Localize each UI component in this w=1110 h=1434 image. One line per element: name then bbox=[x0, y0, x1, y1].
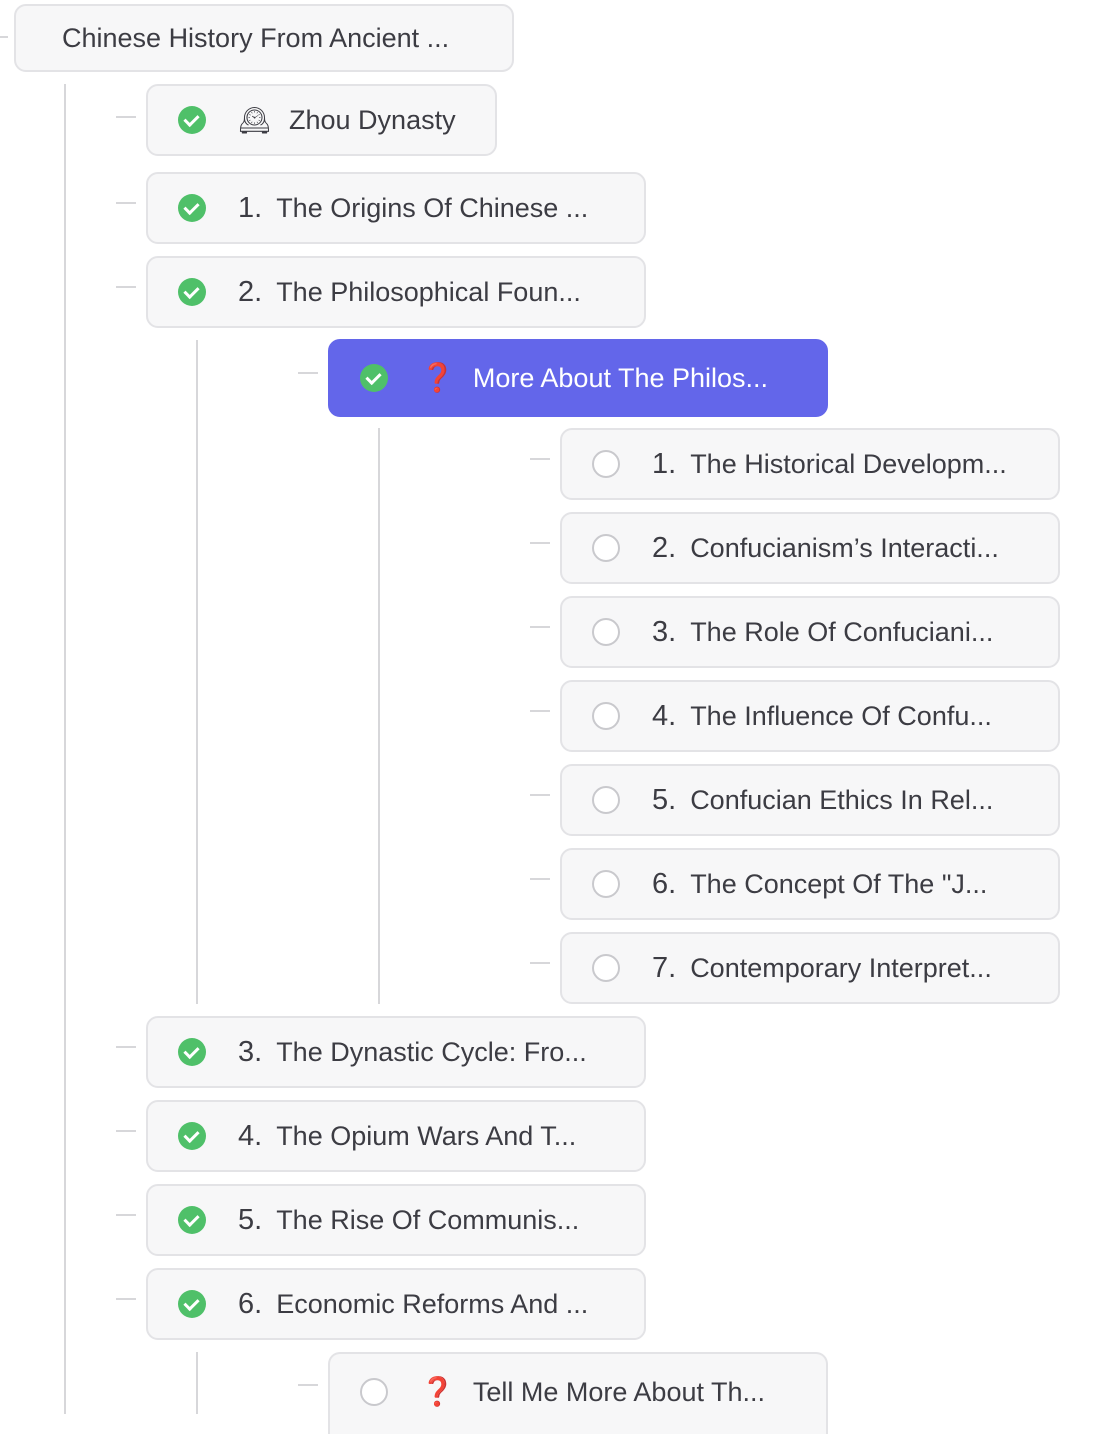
pending-circle-icon bbox=[592, 786, 620, 814]
branch-tick bbox=[298, 372, 318, 374]
node-number: 6. bbox=[652, 867, 677, 900]
node-title: The Role Of Confuciani... bbox=[690, 616, 994, 647]
branch-tick bbox=[298, 1384, 318, 1386]
node-number: 6. bbox=[238, 1287, 263, 1320]
pending-circle-icon bbox=[360, 1378, 388, 1406]
branch-tick bbox=[116, 116, 136, 118]
completed-check-icon bbox=[360, 364, 388, 392]
branch-tick bbox=[116, 1046, 136, 1048]
node-number: 3. bbox=[238, 1035, 263, 1068]
tree-node-concept-of-the[interactable]: 6. The Concept Of The "J... bbox=[560, 848, 1060, 920]
branch-tick bbox=[530, 878, 550, 880]
conversation-tree: Chinese History From Ancient ... 🕰 Zhou … bbox=[0, 0, 1110, 1434]
philosophical-branch-line bbox=[196, 340, 198, 1004]
node-title: Confucian Ethics In Rel... bbox=[690, 784, 994, 815]
tree-node-origins[interactable]: 1. The Origins Of Chinese ... bbox=[146, 172, 646, 244]
completed-check-icon bbox=[178, 1038, 206, 1066]
question-mark-icon: ❓ bbox=[420, 362, 455, 393]
node-title: Confucianism’s Interacti... bbox=[690, 532, 999, 563]
branch-tick bbox=[530, 626, 550, 628]
node-title: Tell Me More About Th... bbox=[472, 1376, 766, 1407]
pending-circle-icon bbox=[592, 954, 620, 982]
question-mark-icon: ❓ bbox=[420, 1376, 455, 1407]
node-number: 5. bbox=[238, 1203, 263, 1236]
node-title: More About The Philos... bbox=[472, 362, 769, 393]
node-title: Zhou Dynasty bbox=[289, 104, 456, 135]
pending-circle-icon bbox=[592, 870, 620, 898]
node-title: The Historical Developm... bbox=[690, 448, 1007, 479]
completed-check-icon bbox=[178, 1290, 206, 1318]
tree-node-role-of-confucianism[interactable]: 3. The Role Of Confuciani... bbox=[560, 596, 1060, 668]
branch-tick bbox=[530, 458, 550, 460]
tree-node-confucian-ethics[interactable]: 5. Confucian Ethics In Rel... bbox=[560, 764, 1060, 836]
node-number: 3. bbox=[652, 615, 677, 648]
branch-tick bbox=[116, 1130, 136, 1132]
node-title: The Rise Of Communis... bbox=[276, 1204, 580, 1235]
tree-node-dynastic-cycle[interactable]: 3. The Dynastic Cycle: Fro... bbox=[146, 1016, 646, 1088]
branch-tick bbox=[530, 710, 550, 712]
economic-branch-line bbox=[196, 1352, 198, 1414]
node-title: Economic Reforms And ... bbox=[276, 1288, 589, 1319]
tree-node-historical-development[interactable]: 1. The Historical Developm... bbox=[560, 428, 1060, 500]
node-title: The Dynastic Cycle: Fro... bbox=[276, 1036, 587, 1067]
completed-check-icon bbox=[178, 1206, 206, 1234]
node-title: The Concept Of The "J... bbox=[690, 868, 988, 899]
pending-circle-icon bbox=[592, 618, 620, 646]
branch-tick bbox=[116, 286, 136, 288]
node-title: The Influence Of Confu... bbox=[690, 700, 992, 731]
completed-check-icon bbox=[178, 278, 206, 306]
tree-node-tell-me-more[interactable]: ❓ Tell Me More About Th... bbox=[328, 1352, 828, 1434]
pending-circle-icon bbox=[592, 702, 620, 730]
branch-tick bbox=[116, 1214, 136, 1216]
mantelpiece-clock-icon: 🕰 bbox=[238, 105, 272, 135]
tree-node-opium-wars[interactable]: 4. The Opium Wars And T... bbox=[146, 1100, 646, 1172]
tree-node-influence-of-confucianism[interactable]: 4. The Influence Of Confu... bbox=[560, 680, 1060, 752]
node-number: 1. bbox=[652, 447, 677, 480]
branch-tick bbox=[530, 794, 550, 796]
root-node-label: Chinese History From Ancient ... bbox=[62, 22, 450, 53]
tree-node-confucianism-interaction[interactable]: 2. Confucianism’s Interacti... bbox=[560, 512, 1060, 584]
root-node[interactable]: Chinese History From Ancient ... bbox=[14, 4, 514, 72]
node-title: The Origins Of Chinese ... bbox=[276, 192, 589, 223]
branch-tick bbox=[116, 202, 136, 204]
root-connector bbox=[0, 36, 8, 38]
pending-circle-icon bbox=[592, 450, 620, 478]
node-number: 2. bbox=[238, 275, 263, 308]
tree-node-rise-of-communism[interactable]: 5. The Rise Of Communis... bbox=[146, 1184, 646, 1256]
tree-node-zhou-dynasty[interactable]: 🕰 Zhou Dynasty bbox=[146, 84, 497, 156]
node-number: 4. bbox=[238, 1119, 263, 1152]
node-number: 2. bbox=[652, 531, 677, 564]
tree-node-contemporary-interpretations[interactable]: 7. Contemporary Interpret... bbox=[560, 932, 1060, 1004]
node-number: 5. bbox=[652, 783, 677, 816]
node-title: Contemporary Interpret... bbox=[690, 952, 992, 983]
pending-circle-icon bbox=[592, 534, 620, 562]
completed-check-icon bbox=[178, 194, 206, 222]
branch-tick bbox=[530, 542, 550, 544]
root-trunk-line bbox=[64, 84, 66, 1414]
tree-node-philosophical[interactable]: 2. The Philosophical Foun... bbox=[146, 256, 646, 328]
tree-node-economic-reforms[interactable]: 6. Economic Reforms And ... bbox=[146, 1268, 646, 1340]
branch-tick bbox=[530, 962, 550, 964]
tree-node-more-about-active[interactable]: ❓ More About The Philos... bbox=[328, 339, 828, 417]
node-title: The Opium Wars And T... bbox=[276, 1120, 577, 1151]
completed-check-icon bbox=[178, 106, 206, 134]
branch-tick bbox=[116, 1298, 136, 1300]
node-number: 7. bbox=[652, 951, 677, 984]
more-about-branch-line bbox=[378, 428, 380, 1004]
node-number: 4. bbox=[652, 699, 677, 732]
node-number: 1. bbox=[238, 191, 263, 224]
node-title: The Philosophical Foun... bbox=[276, 276, 581, 307]
completed-check-icon bbox=[178, 1122, 206, 1150]
